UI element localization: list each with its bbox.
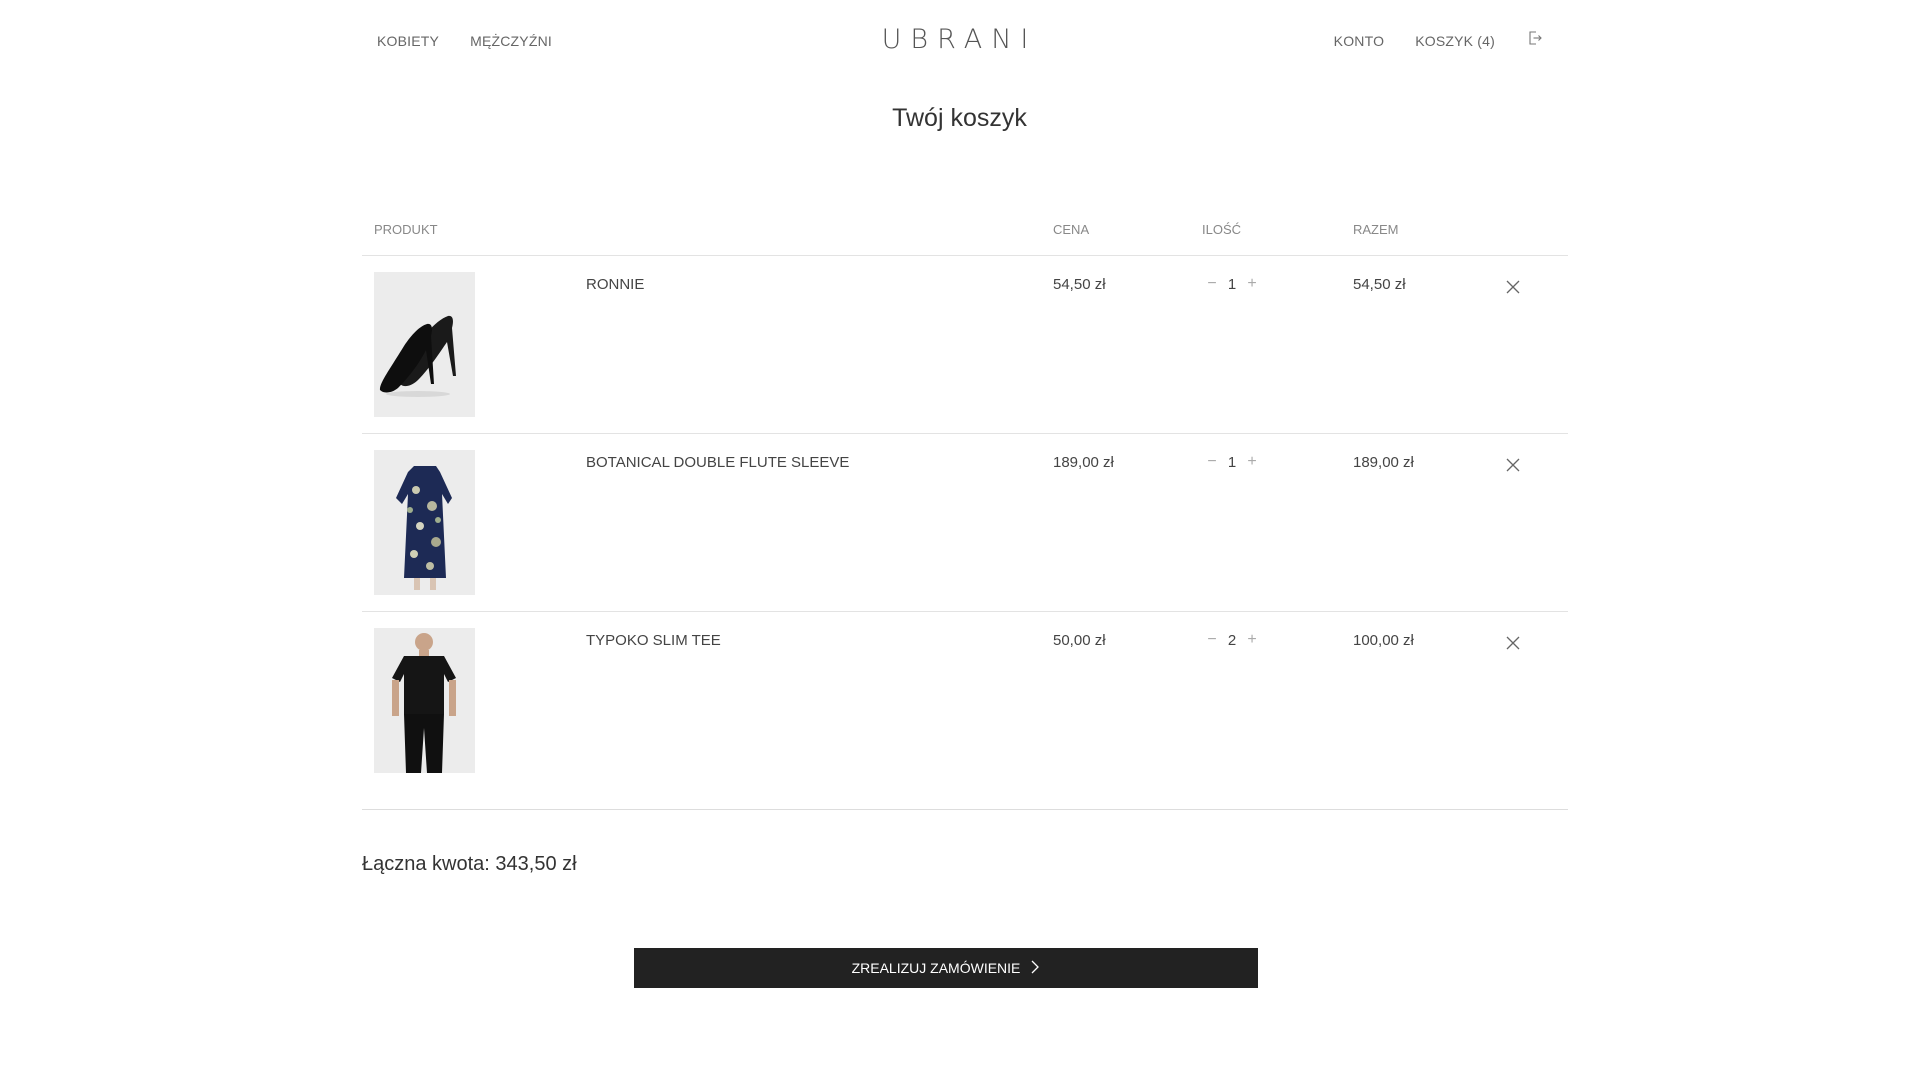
- product-price: 189,00 zł: [1053, 454, 1114, 471]
- table-row: BOTANICAL DOUBLE FLUTE SLEEVE 189,00 zł …: [362, 434, 1568, 612]
- quantity-value: 1: [1227, 275, 1237, 293]
- logout-icon[interactable]: [1526, 29, 1544, 47]
- product-price: 54,50 zł: [1053, 276, 1106, 293]
- quantity-value: 1: [1227, 453, 1237, 471]
- line-total: 189,00 zł: [1353, 454, 1414, 471]
- minus-icon[interactable]: −: [1204, 451, 1220, 473]
- close-icon[interactable]: [1504, 278, 1522, 296]
- account-nav: KONTO KOSZYK (4): [1334, 31, 1544, 49]
- quantity-stepper: − 2 +: [1204, 629, 1260, 651]
- quantity-stepper: − 1 +: [1204, 273, 1260, 295]
- checkout-button-label: ZREALIZUJ ZAMÓWIENIE: [851, 960, 1021, 976]
- plus-icon[interactable]: +: [1244, 629, 1260, 651]
- table-row: RONNIE 54,50 zł − 1 + 54,50 zł: [362, 256, 1568, 434]
- quantity-stepper: − 1 +: [1204, 451, 1260, 473]
- table-header: PRODUKT CENA ILOŚĆ RAZEM: [362, 212, 1568, 256]
- quantity-value: 2: [1227, 631, 1237, 649]
- site-logo[interactable]: UBRANI: [882, 24, 1038, 55]
- product-name[interactable]: TYPOKO SLIM TEE: [586, 632, 721, 649]
- order-total: Łączna kwota: 343,50 zł: [362, 853, 577, 875]
- nav-cart-link[interactable]: KOSZYK (4): [1415, 33, 1495, 49]
- product-image[interactable]: [374, 628, 475, 773]
- chevron-right-icon: [1030, 960, 1040, 977]
- page-title: Twój koszyk: [892, 104, 1027, 132]
- header-product: PRODUKT: [374, 222, 438, 237]
- site-header: KOBIETY MĘŻCZYŹNI UBRANI KONTO KOSZYK (4…: [0, 0, 1919, 82]
- checkout-button[interactable]: ZREALIZUJ ZAMÓWIENIE: [634, 948, 1258, 988]
- table-row: TYPOKO SLIM TEE 50,00 zł − 2 + 100,00 zł: [362, 612, 1568, 810]
- header-price: CENA: [1053, 222, 1090, 237]
- minus-icon[interactable]: −: [1204, 273, 1220, 295]
- line-total: 100,00 zł: [1353, 632, 1414, 649]
- cart-table: PRODUKT CENA ILOŚĆ RAZEM RONNIE 54,50 zł: [362, 212, 1568, 810]
- cart-page: KOBIETY MĘŻCZYŹNI UBRANI KONTO KOSZYK (4…: [0, 0, 1919, 1079]
- product-image[interactable]: [374, 450, 475, 595]
- logo-wrapper: UBRANI: [0, 24, 1919, 55]
- main-nav: KOBIETY MĘŻCZYŹNI: [377, 33, 552, 49]
- nav-account-link[interactable]: KONTO: [1334, 33, 1385, 49]
- nav-women-link[interactable]: KOBIETY: [377, 33, 439, 49]
- product-price: 50,00 zł: [1053, 632, 1106, 649]
- plus-icon[interactable]: +: [1244, 451, 1260, 473]
- header-total: RAZEM: [1353, 222, 1399, 237]
- product-name[interactable]: RONNIE: [586, 276, 644, 293]
- minus-icon[interactable]: −: [1204, 629, 1220, 651]
- line-total: 54,50 zł: [1353, 276, 1406, 293]
- nav-men-link[interactable]: MĘŻCZYŹNI: [470, 33, 552, 49]
- product-name[interactable]: BOTANICAL DOUBLE FLUTE SLEEVE: [586, 454, 849, 471]
- header-quantity: ILOŚĆ: [1202, 222, 1242, 237]
- product-image[interactable]: [374, 272, 475, 417]
- plus-icon[interactable]: +: [1244, 273, 1260, 295]
- close-icon[interactable]: [1504, 456, 1522, 474]
- close-icon[interactable]: [1504, 634, 1522, 652]
